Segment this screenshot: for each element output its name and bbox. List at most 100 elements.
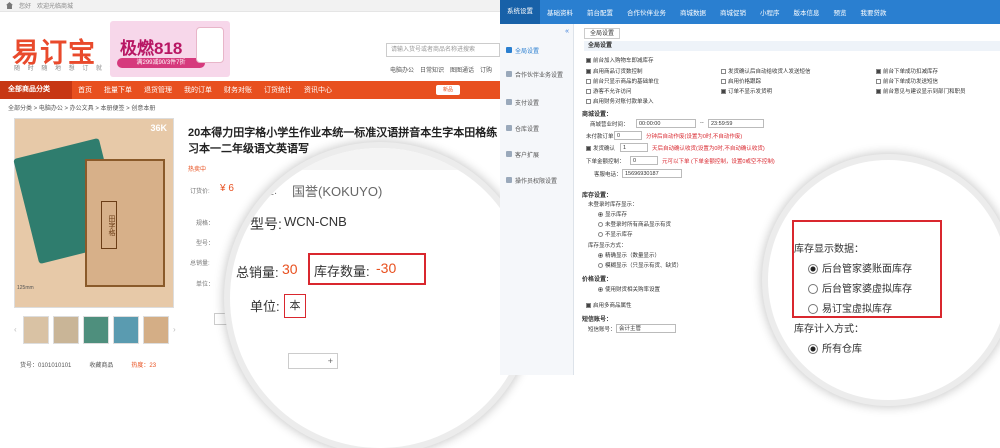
chevron-left-icon[interactable]: ‹ [14,326,19,334]
sold-value: 30 [282,261,298,277]
stock-value: -30 [376,260,397,276]
sidebar-item-partner[interactable]: 合作伙伴业务设置 [506,70,563,79]
tab-miniapp[interactable]: 小程序 [753,7,787,17]
checkbox-ship-sms[interactable]: 发货确认后自动给收货人发送短信 [721,67,811,75]
tab-front-config[interactable]: 前台配置 [580,7,620,17]
nav-my-orders[interactable]: 我的订单 [178,85,218,95]
promo-banner[interactable]: 极燃818 满299减90/3件7折 [110,21,230,77]
checkbox-base-unit[interactable]: 前台只显示商品的基础单位 [586,77,659,85]
radio-virtual-stock[interactable]: 后台管家婆虚拟库存 [808,280,912,295]
tab-partner[interactable]: 合作伙伴业务 [620,7,673,17]
favorite-button[interactable]: 收藏商品 [89,360,113,369]
link-order[interactable]: 订购 [480,65,492,74]
radio-book-stock[interactable]: 后台管家婆账面库存 [808,260,912,275]
chevron-right-icon[interactable]: › [173,326,178,334]
sidebar-item-customer[interactable]: 客户扩展 [506,150,539,159]
link-call[interactable]: 图图通话 [450,65,474,74]
radio-show-stock[interactable]: 显示库存 [598,210,627,218]
checkbox-multi-attr[interactable]: 启用多商品属性 [586,301,632,309]
magnifier-product: 单位: 国誉(KOKUYO) 型号: WCN-CNB 总销量: 30 库存数量:… [230,148,530,448]
dimension-label: 125mm [17,285,34,291]
phone-label: 客服电话： [594,172,622,178]
radio-ydb-stock[interactable]: 易订宝虚拟库存 [808,300,892,315]
nav-returns[interactable]: 退货管理 [138,85,178,95]
radio-all-warehouses[interactable]: 所有仓库 [808,340,862,355]
unpaid-note: 分钟后自动作废(设置为0时,不自动作废) [646,134,743,140]
tab-mall-data[interactable]: 商城数据 [673,7,713,17]
checkbox-add-cart-reduce-stock[interactable]: 前台加入购物车即减库存 [586,56,654,64]
nav-stats[interactable]: 订货统计 [258,85,298,95]
unpaid-minutes-input[interactable]: 0 [614,131,642,140]
tab-global-settings[interactable]: 全局设置 [584,28,621,39]
ship-days-input[interactable]: 1 [620,143,648,152]
phone-input[interactable]: 15696930187 [622,169,682,178]
checkbox-finance-entry[interactable]: 启用财务对账付款单录入 [586,97,654,105]
model-value: WCN-CNB [284,214,347,229]
welcome-text: 欢迎光临商城 [37,4,74,10]
product-image[interactable]: 36K 田字格 125mm [13,118,174,308]
thumbnail[interactable] [113,316,139,344]
sidebar-item-operator[interactable]: 操作员权限设置 [506,176,557,185]
hot-label: 热卖中 [188,167,207,173]
tab-basic-data[interactable]: 基础资料 [540,7,580,17]
sidebar-item-label: 全局设置 [515,49,540,55]
radio-show-in-stock[interactable]: 未登录时所有商品显示有货 [598,220,671,228]
tab-system-settings[interactable]: 系统设置 [500,0,540,24]
sidebar-item-global[interactable]: 全局设置 [506,46,539,55]
thumbnail[interactable] [143,316,169,344]
tab-version[interactable]: 版本信息 [787,7,827,17]
unlogged-stock-label: 未登录时库存显示： [588,202,638,208]
checkbox-hide-ship[interactable]: 订单不显示发货明 [721,87,772,95]
top-bar: 您好 欢迎光临商城 [0,0,500,12]
sms-account-input[interactable]: 会计主管 [616,324,676,333]
search-input[interactable]: 请输入货号或者商品名称进搜索 [386,43,500,57]
thumbnail[interactable] [53,316,79,344]
main-nav: 全部商品分类 首页 批量下单 退货管理 我的订单 财务对账 订货统计 资讯中心 … [0,81,500,99]
new-badge[interactable]: 新品 [436,85,460,95]
greeting: 您好 [19,4,32,10]
price-label: 订货价: [190,189,210,195]
link-daily[interactable]: 日常知识 [420,65,444,74]
sidebar-item-label: 合作伙伴业务设置 [515,73,564,79]
sidebar-item-payment[interactable]: 支付设置 [506,98,539,107]
sold-label: 总销量: [190,261,210,267]
nav-finance[interactable]: 财务对账 [218,85,258,95]
radio-fuzzy-display[interactable]: 模糊显示（只显示有货、缺货） [598,261,682,269]
biz-time-from-input[interactable]: 00:00:00 [636,119,696,128]
nav-bulk-order[interactable]: 批量下单 [98,85,138,95]
checkbox-order-reduce-stock[interactable]: 前台下单成功扣减库存 [876,67,938,75]
collapse-icon[interactable]: « [565,28,569,35]
tab-preview[interactable]: 预览 [827,7,854,17]
nav-home[interactable]: 首页 [72,85,98,95]
checkbox-qty-control[interactable]: 启用商品订货数控制 [586,67,643,75]
thumbnail[interactable] [23,316,49,344]
checkbox-ship-confirm[interactable]: 发货确认 [586,144,615,152]
link-computer-office[interactable]: 电脑办公 [390,65,414,74]
sms-account-label: 短信账号： [588,327,616,333]
radio-exact-display[interactable]: 精确显示（数量显示） [598,251,660,259]
tab-promo[interactable]: 商城促销 [713,7,753,17]
checkbox-guest-deny[interactable]: 游客不允许访问 [586,87,632,95]
ship-note: 天后自动确认收货(设置为0时,不自动确认收货) [652,146,765,152]
radio-price-option[interactable]: 使用财货相关购率设置 [598,285,660,293]
all-categories-button[interactable]: 全部商品分类 [0,81,72,99]
thumbnail[interactable] [83,316,109,344]
magnifier-stock-settings: 库存显示数据： 后台管家婆账面库存 后台管家婆虚拟库存 易订宝虚拟库存 库存计入… [768,160,1000,400]
checkbox-feedback[interactable]: 前台意见与建议显示到部门和职员 [876,87,966,95]
unit-option[interactable]: 本 [284,294,306,318]
checkbox-order-sms[interactable]: 前台下单成功发送短信 [876,77,938,85]
quantity-stepper[interactable]: + [288,353,338,369]
model-label: 型号： [196,241,215,247]
tab-loan[interactable]: 我要贷款 [854,7,894,17]
sidebar-item-label: 仓库设置 [515,127,540,133]
checkbox-price-track[interactable]: 启用价格跟踪 [721,77,761,85]
settings-sidebar: « 全局设置 合作伙伴业务设置 支付设置 仓库设置 客户扩展 操作员权限设置 [500,24,574,375]
home-icon[interactable] [6,2,13,9]
book-back-image: 田字格 [85,159,165,287]
stock-display-title: 库存显示数据： [794,244,864,255]
biz-time-to-input[interactable]: 23:59:59 [708,119,764,128]
radio-hide-stock[interactable]: 不显示库存 [598,230,633,238]
nav-news[interactable]: 资讯中心 [298,85,338,95]
min-order-input[interactable]: 0 [630,156,658,165]
sidebar-item-warehouse[interactable]: 仓库设置 [506,124,539,133]
